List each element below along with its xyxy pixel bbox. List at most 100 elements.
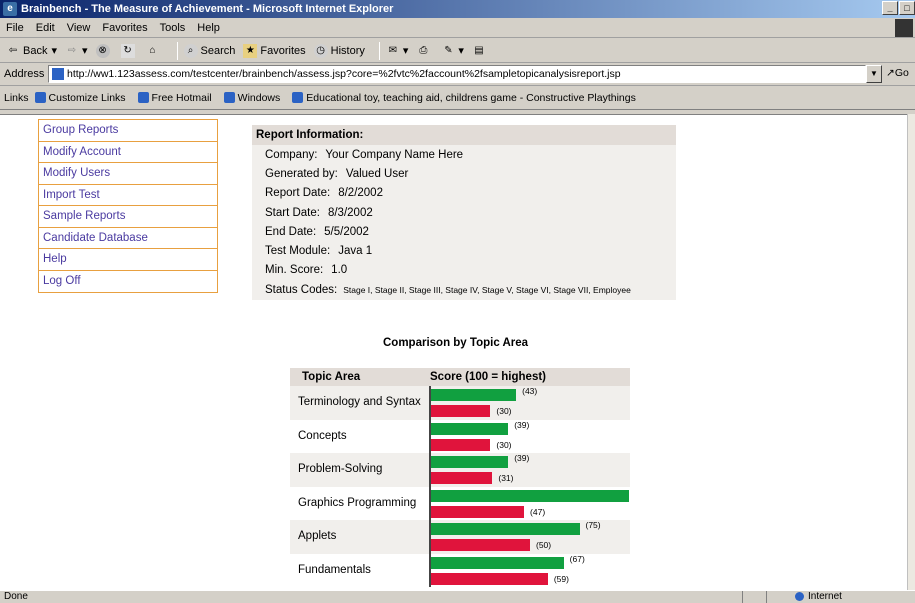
col-header-score: Score (100 = highest) xyxy=(430,371,546,383)
vertical-scrollbar[interactable] xyxy=(907,114,915,590)
maximize-button[interactable]: □ xyxy=(899,1,915,15)
menu-tools[interactable]: Tools xyxy=(160,22,186,34)
stop-icon: ⊗ xyxy=(95,43,110,58)
side-nav: Group Reports Modify Account Modify User… xyxy=(38,119,218,293)
link-hotmail[interactable]: Free Hotmail xyxy=(137,91,212,104)
discuss-button[interactable]: ▤ xyxy=(472,44,489,58)
bar-value-label: (30) xyxy=(496,406,512,416)
nav-candidate-database[interactable]: Candidate Database xyxy=(39,228,217,249)
nav-log-off[interactable]: Log Off xyxy=(39,271,217,293)
report-value: 8/3/2002 xyxy=(327,206,373,219)
window-title: Brainbench - The Measure of Achievement … xyxy=(21,3,394,15)
bar-value-label: (47) xyxy=(530,506,546,517)
home-button[interactable]: ⌂ xyxy=(146,44,163,58)
menu-edit[interactable]: Edit xyxy=(36,22,55,34)
nav-group-reports[interactable]: Group Reports xyxy=(39,120,217,142)
topic-label: Applets xyxy=(298,530,337,542)
report-row: Min. Score: 1.0 xyxy=(252,261,676,280)
dropdown-arrow-icon: ▾ xyxy=(402,45,409,57)
stop-button[interactable]: ⊗ xyxy=(95,43,113,58)
status-text: Done xyxy=(4,591,28,602)
history-label: History xyxy=(330,44,365,57)
nav-import-test[interactable]: Import Test xyxy=(39,185,217,206)
topic-label: Problem-Solving xyxy=(298,463,383,475)
favorites-button[interactable]: ★ Favorites xyxy=(243,43,306,58)
report-row: Report Date: 8/2/2002 xyxy=(252,184,676,203)
dropdown-arrow-icon: ▾ xyxy=(51,45,57,57)
report-info-panel: Report Information: Company: Your Company… xyxy=(252,125,676,300)
menu-bar: File Edit View Favorites Tools Help xyxy=(0,18,915,38)
forward-button[interactable]: ⇨ ▾ xyxy=(65,44,88,58)
bar-green xyxy=(431,389,517,401)
favorites-icon: ★ xyxy=(243,43,258,58)
menu-favorites[interactable]: Favorites xyxy=(102,22,147,34)
toolbar-separator xyxy=(378,41,380,60)
bar-value-label: (75) xyxy=(585,520,601,530)
nav-help[interactable]: Help xyxy=(39,249,217,271)
link-customize[interactable]: Customize Links xyxy=(34,91,126,104)
home-icon: ⌂ xyxy=(149,44,156,56)
topic-label: Terminology and Syntax xyxy=(298,396,421,408)
links-label: Links xyxy=(4,91,29,104)
chart-row: Fundamentals (67) (59) xyxy=(290,553,630,587)
status-bar: Done Internet xyxy=(0,590,915,603)
report-row: Start Date: 8/3/2002 xyxy=(252,203,676,222)
report-label: Generated by: xyxy=(265,167,338,180)
link-playthings[interactable]: Educational toy, teaching aid, childrens… xyxy=(292,92,636,104)
topic-label: Graphics Programming xyxy=(298,496,417,509)
report-label: Min. Score: xyxy=(265,264,324,277)
page-icon xyxy=(52,68,64,80)
bar-green xyxy=(431,422,509,435)
nav-modify-users[interactable]: Modify Users xyxy=(39,163,217,185)
search-button[interactable]: ⌕ Search xyxy=(183,43,236,58)
security-zone: Internet xyxy=(795,591,842,602)
topic-label: Fundamentals xyxy=(298,563,371,576)
address-input[interactable]: http://ww1.123assess.com/testcenter/brai… xyxy=(48,65,866,83)
menu-view[interactable]: View xyxy=(67,22,91,34)
print-button[interactable]: ⎙ xyxy=(416,44,433,58)
toolbar: ⇦ Back ▾ ⇨ ▾ ⊗ ↻ ⌂ ⌕ Search ★ Favorites … xyxy=(0,39,915,63)
address-label: Address xyxy=(4,68,45,80)
bar-red xyxy=(431,505,525,518)
favorites-label: Favorites xyxy=(260,44,306,57)
bar-value-label: (30) xyxy=(496,439,512,450)
search-label: Search xyxy=(200,44,236,57)
menu-file[interactable]: File xyxy=(6,22,24,34)
report-label: Test Module: xyxy=(265,245,331,258)
link-label: Educational toy, teaching aid, childrens… xyxy=(306,91,636,104)
bar-red xyxy=(431,472,493,484)
go-button[interactable]: ↗Go xyxy=(886,67,909,79)
dropdown-arrow-icon: ▾ xyxy=(82,45,88,57)
bar-red xyxy=(431,539,530,551)
refresh-button[interactable]: ↻ xyxy=(120,43,138,58)
report-label: Report Date: xyxy=(265,187,331,200)
link-label: Customize Links xyxy=(48,91,126,104)
nav-sample-reports[interactable]: Sample Reports xyxy=(39,206,217,228)
discuss-icon: ▤ xyxy=(474,44,484,56)
back-label: Back xyxy=(23,44,48,57)
address-bar: Address http://ww1.123assess.com/testcen… xyxy=(0,63,915,86)
minimize-button[interactable]: _ xyxy=(882,1,898,15)
page-content: Group Reports Modify Account Modify User… xyxy=(0,114,907,590)
nav-modify-account[interactable]: Modify Account xyxy=(39,142,217,163)
back-button[interactable]: ⇦ Back ▾ xyxy=(6,44,57,58)
menu-help[interactable]: Help xyxy=(197,22,220,34)
bar-green xyxy=(431,556,564,569)
chart-row: Concepts (39) (30) xyxy=(290,419,630,453)
bar-value-label: (50) xyxy=(536,540,552,550)
bar-value-label: (59) xyxy=(553,573,569,584)
history-button[interactable]: ◷ History xyxy=(313,43,365,58)
address-dropdown-button[interactable]: ▼ xyxy=(866,65,882,83)
report-row: Test Module: Java 1 xyxy=(252,241,676,260)
go-label: Go xyxy=(894,67,909,79)
bar-value-label: (39) xyxy=(514,453,530,463)
link-label: Free Hotmail xyxy=(151,91,212,104)
search-icon: ⌕ xyxy=(183,43,198,58)
mail-icon: ✉ xyxy=(388,44,398,56)
report-value: 1.0 xyxy=(331,264,348,277)
bar-red xyxy=(431,572,548,585)
mail-button[interactable]: ✉ ▾ xyxy=(386,44,409,58)
edit-button[interactable]: ✎ ▾ xyxy=(441,44,464,58)
report-row: End Date: 5/5/2002 xyxy=(252,222,676,241)
link-windows[interactable]: Windows xyxy=(223,92,280,104)
